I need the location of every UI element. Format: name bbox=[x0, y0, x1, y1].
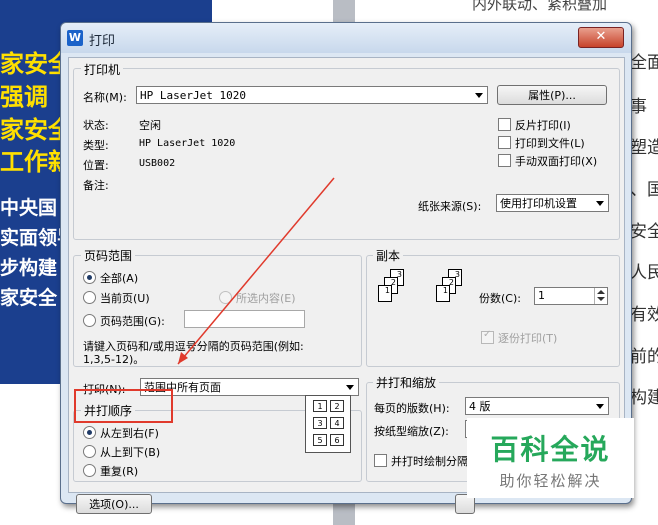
watermark: 百科全说 助你轻松解决 bbox=[467, 418, 634, 498]
watermark-subtitle: 助你轻松解决 bbox=[499, 472, 602, 490]
watermark-title: 百科全说 bbox=[490, 433, 611, 466]
arrow-line bbox=[177, 177, 335, 365]
